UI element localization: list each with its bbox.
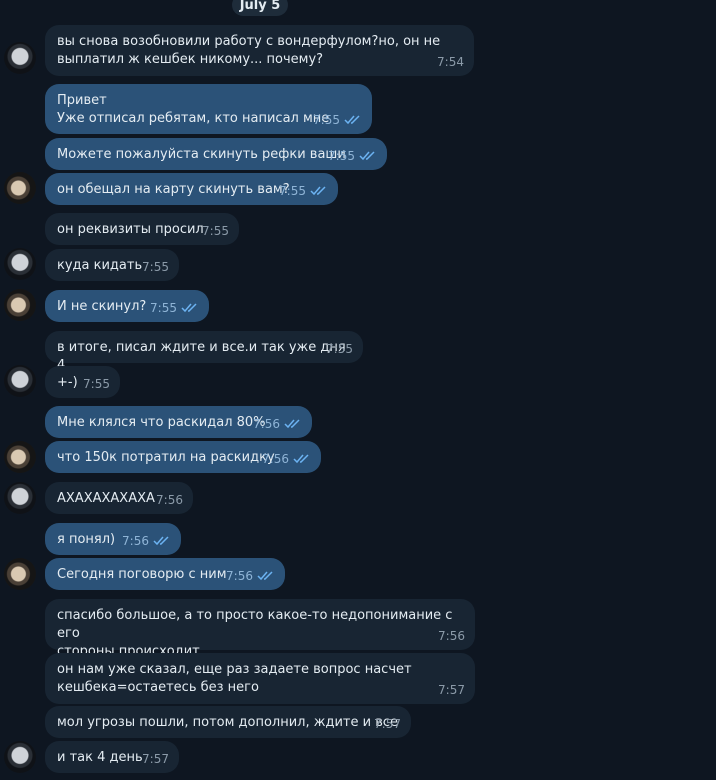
own-avatar[interactable] (4, 289, 36, 321)
message-time: 7:56 (262, 452, 289, 466)
double-check-icon (310, 186, 326, 196)
double-check-icon (293, 454, 309, 464)
message-bubble-incoming[interactable]: спасибо большое, а то просто какое-то не… (45, 599, 475, 659)
message-bubble-incoming[interactable]: и так 4 день 7:57 (45, 741, 179, 773)
own-avatar[interactable] (4, 558, 36, 590)
message-bubble-incoming[interactable]: куда кидать 7:55 (45, 249, 179, 281)
message-text: вы снова возобновили работу с вондерфуло… (57, 34, 441, 67)
message-time: 7:56 (226, 569, 253, 583)
message-bubble-incoming[interactable]: он нам уже сказал, еще раз задаете вопро… (45, 653, 475, 704)
own-avatar[interactable] (4, 441, 36, 473)
message-time: 7:55 (279, 184, 306, 198)
message-bubble-outgoing[interactable]: он обещал на карту скинуть вам? 7:55 (45, 173, 338, 205)
message-bubble-outgoing[interactable]: что 150к потратил на раскидку 7:56 (45, 441, 321, 473)
message-bubble-incoming[interactable]: АХАХАХАХАХА 7:56 (45, 482, 193, 514)
message-bubble-outgoing[interactable]: я понял) 7:56 (45, 523, 181, 555)
contact-avatar[interactable] (4, 741, 36, 773)
message-time: 7:56 (438, 629, 465, 643)
message-bubble-incoming[interactable]: вы снова возобновили работу с вондерфуло… (45, 25, 474, 76)
message-time: 7:57 (374, 717, 401, 731)
message-bubble-outgoing[interactable]: И не скинул? 7:55 (45, 290, 209, 322)
message-time: 7:55 (202, 224, 229, 238)
own-avatar[interactable] (4, 172, 36, 204)
double-check-icon (359, 151, 375, 161)
double-check-icon (181, 303, 197, 313)
message-time: 7:56 (156, 493, 183, 507)
message-time: 7:55 (150, 301, 177, 315)
message-bubble-incoming[interactable]: +-) 7:55 (45, 366, 120, 398)
message-bubble-outgoing[interactable]: Мне клялся что раскидал 80% 7:56 (45, 406, 312, 438)
message-time: 7:55 (328, 149, 355, 163)
message-time: 7:54 (437, 55, 464, 69)
double-check-icon (344, 115, 360, 125)
message-bubble-outgoing[interactable]: Можете пожалуйста скинуть рефки ваши 7:5… (45, 138, 387, 170)
message-bubble-incoming[interactable]: он реквизиты просил 7:55 (45, 213, 239, 245)
message-bubble-outgoing[interactable]: Привет Уже отписал ребятам, кто написал … (45, 84, 372, 134)
double-check-icon (153, 536, 169, 546)
message-text: мол угрозы пошли, потом дополнил, ждите … (57, 715, 398, 730)
message-time: 7:55 (326, 342, 353, 356)
message-time: 7:56 (122, 534, 149, 548)
double-check-icon (284, 419, 300, 429)
message-time: 7:55 (142, 260, 169, 274)
message-time: 7:57 (438, 683, 465, 697)
contact-avatar[interactable] (4, 248, 36, 280)
message-bubble-outgoing[interactable]: Сегодня поговорю с ним 7:56 (45, 558, 285, 590)
message-time: 7:56 (253, 417, 280, 431)
message-text: он нам уже сказал, еще раз задаете вопро… (57, 662, 412, 695)
message-time: 7:55 (313, 113, 340, 127)
message-time: 7:55 (83, 377, 110, 391)
message-bubble-incoming[interactable]: в итоге, писал ждите и все.и так уже дня… (45, 331, 363, 373)
contact-avatar[interactable] (4, 42, 36, 74)
message-bubble-incoming[interactable]: мол угрозы пошли, потом дополнил, ждите … (45, 706, 411, 738)
date-separator: July 5 (232, 0, 288, 16)
message-time: 7:57 (142, 752, 169, 766)
double-check-icon (257, 571, 273, 581)
contact-avatar[interactable] (4, 482, 36, 514)
contact-avatar[interactable] (4, 365, 36, 397)
